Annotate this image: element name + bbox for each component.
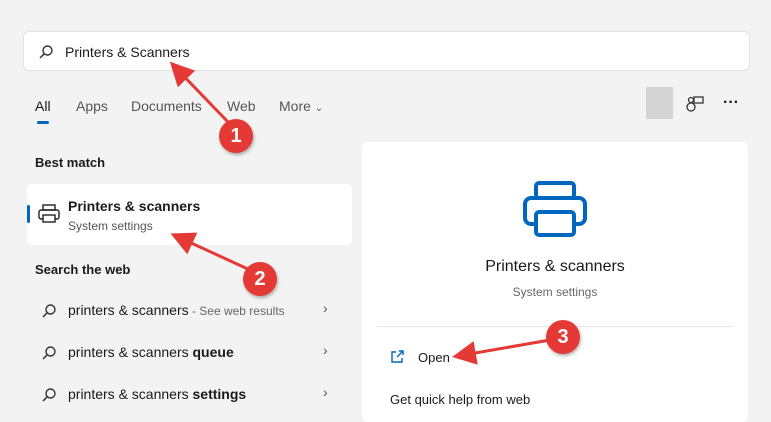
annotation-badge-1: 1: [219, 119, 253, 153]
best-match-subtitle: System settings: [68, 219, 153, 233]
help-heading: Get quick help from web: [390, 392, 531, 407]
web-result-item[interactable]: printers & scanners settings ›: [27, 376, 352, 412]
best-match-title: Printers & scanners: [68, 198, 201, 214]
chevron-down-icon: ⌄: [314, 103, 324, 114]
feedback-icon[interactable]: [685, 95, 705, 113]
panel-title: Printers & scanners: [485, 258, 625, 275]
active-tab-indicator: [37, 121, 49, 124]
printer-large-icon: [523, 181, 587, 237]
panel-subtitle: System settings: [512, 285, 598, 299]
tab-more[interactable]: More ⌄: [279, 98, 323, 114]
open-label: Open: [418, 350, 450, 365]
search-icon: [42, 304, 56, 318]
chevron-right-icon: ›: [323, 384, 328, 400]
tab-more-label: More: [279, 98, 311, 114]
search-icon: [42, 388, 56, 402]
selection-indicator: [27, 205, 30, 223]
web-result-item[interactable]: printers & scanners - See web results ›: [27, 292, 352, 328]
search-icon: [42, 346, 56, 360]
tab-apps[interactable]: Apps: [76, 98, 108, 114]
best-match-item[interactable]: Printers & scanners System settings: [27, 184, 352, 245]
tab-all[interactable]: All: [35, 98, 51, 114]
chevron-right-icon: ›: [323, 300, 328, 316]
search-box[interactable]: Printers & Scanners: [23, 31, 750, 71]
result-bold: settings: [192, 386, 247, 402]
tab-documents[interactable]: Documents: [131, 98, 202, 114]
result-text: printers & scanners: [68, 386, 193, 402]
tab-web[interactable]: Web: [227, 98, 256, 114]
result-text: printers & scanners: [68, 302, 189, 318]
search-icon: [39, 45, 53, 59]
result-text: printers & scanners: [68, 344, 193, 360]
chevron-right-icon: ›: [323, 342, 328, 358]
search-web-heading: Search the web: [35, 262, 131, 277]
web-result-item[interactable]: printers & scanners queue ›: [27, 334, 352, 370]
annotation-badge-2: 2: [243, 262, 277, 296]
annotation-badge-3: 3: [546, 320, 580, 354]
search-input[interactable]: Printers & Scanners: [65, 44, 190, 60]
printer-icon: [38, 204, 60, 223]
open-external-icon: [391, 350, 404, 363]
account-avatar[interactable]: [646, 87, 673, 119]
preview-panel: Printers & scanners System settings Open…: [362, 142, 748, 422]
result-bold: queue: [192, 344, 234, 360]
best-match-heading: Best match: [35, 155, 106, 170]
result-suffix: - See web results: [188, 304, 285, 318]
more-options-icon[interactable]: ···: [723, 94, 739, 112]
